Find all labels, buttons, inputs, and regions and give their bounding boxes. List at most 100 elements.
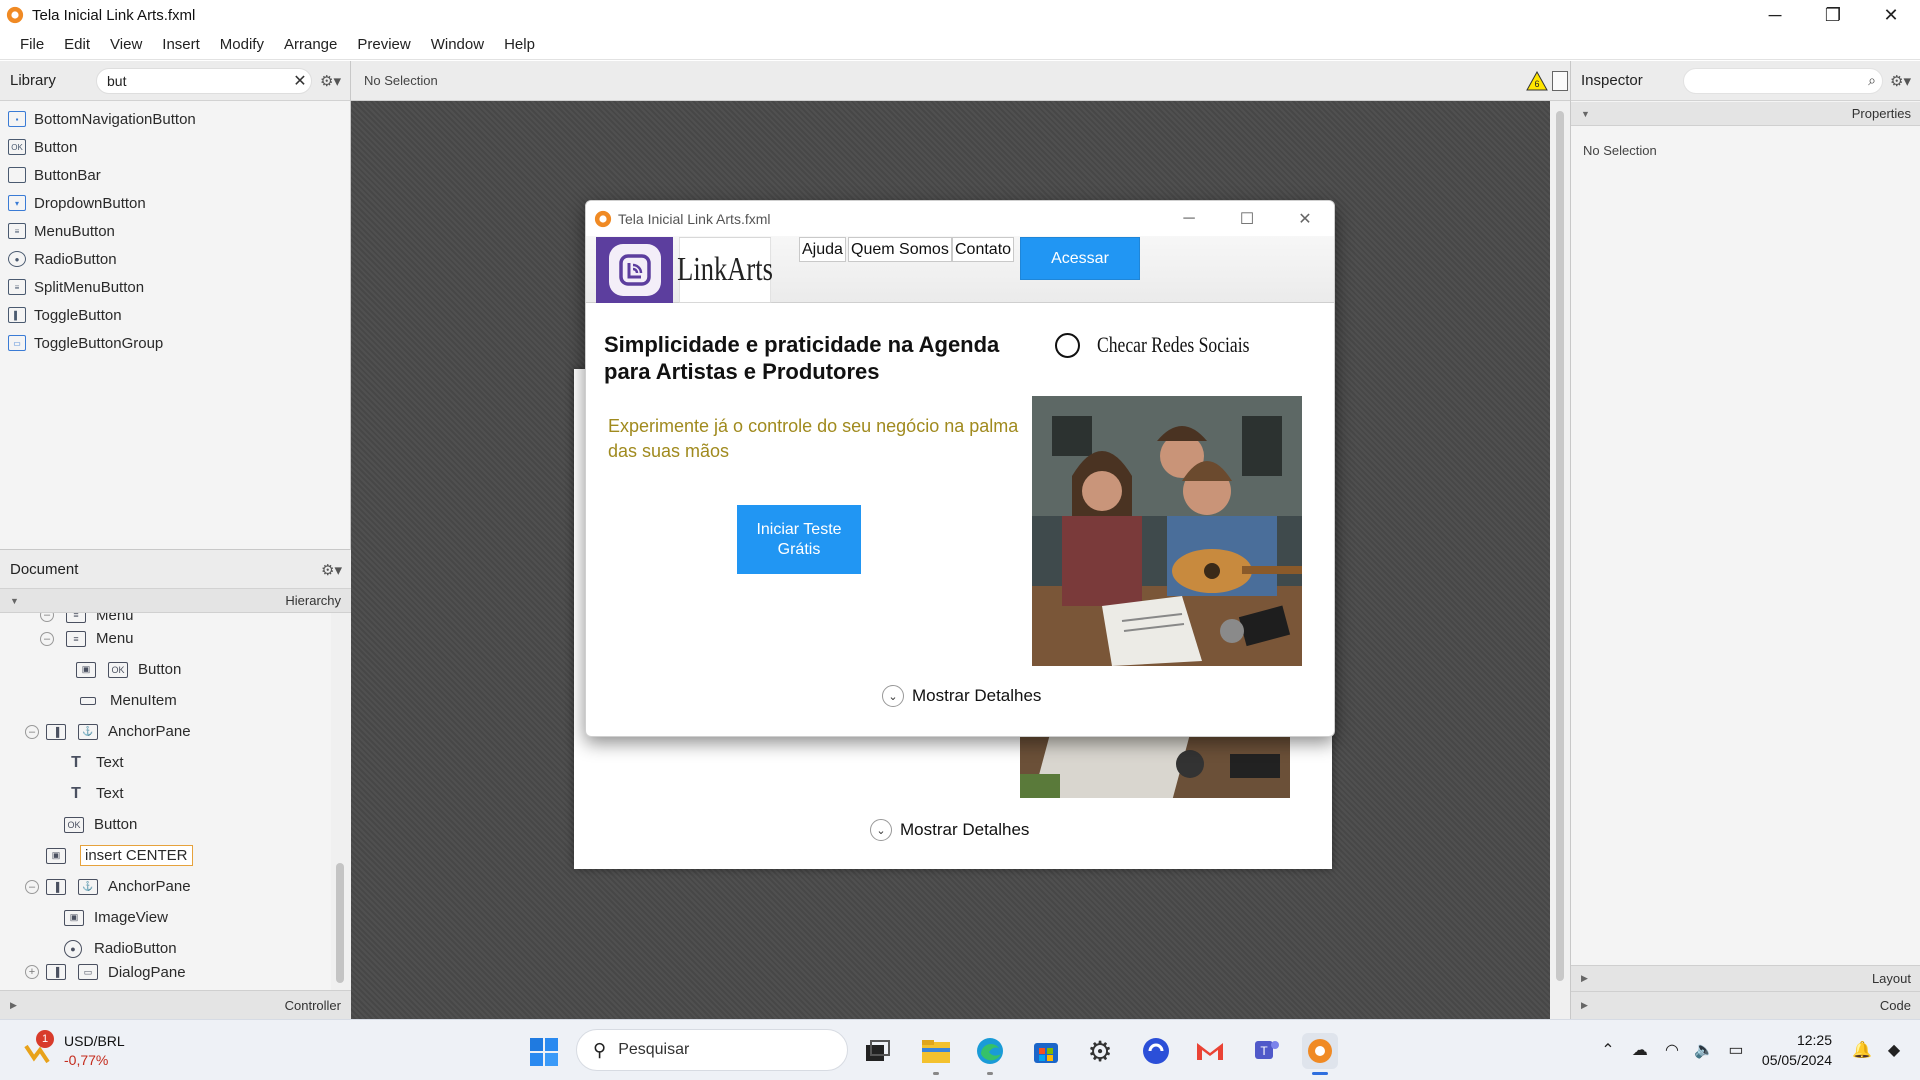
battery-icon[interactable]: ▭ <box>1720 1040 1752 1060</box>
tree-row[interactable]: OK Button <box>0 809 331 840</box>
collapse-toggle-icon[interactable]: – <box>25 724 39 739</box>
task-view-icon[interactable] <box>860 1033 896 1069</box>
clock[interactable]: 12:25 05/05/2024 <box>1762 1030 1832 1070</box>
clear-search-icon[interactable]: ✕ <box>289 71 311 91</box>
tree-row[interactable]: T Text <box>0 747 331 778</box>
microsoft-store-icon[interactable] <box>1028 1033 1064 1069</box>
tree-row[interactable]: – ▐ ⚓ AnchorPane <box>0 716 331 747</box>
menu-button-icon: ≡ <box>8 223 26 239</box>
edge-browser-icon[interactable] <box>972 1033 1008 1075</box>
minimize-button[interactable]: ─ <box>1746 0 1804 30</box>
library-gear-icon[interactable]: ⚙▾ <box>320 72 341 90</box>
warning-icon[interactable]: 6 <box>1526 71 1548 91</box>
menu-arrange[interactable]: Arrange <box>274 36 347 53</box>
library-item[interactable]: ● RadioButton <box>0 245 350 273</box>
code-section-header[interactable]: ▶ Code <box>1571 991 1920 1019</box>
tree-row[interactable]: T Text <box>0 778 331 809</box>
trial-button-label: Iniciar Teste Grátis <box>756 520 842 558</box>
copilot-app-icon[interactable] <box>1138 1033 1174 1069</box>
preview-close-button[interactable]: ✕ <box>1276 201 1334 236</box>
button-icon: OK <box>8 139 26 155</box>
tree-row[interactable]: ● RadioButton <box>0 933 331 964</box>
nav-about-button[interactable]: Quem Somos <box>848 237 952 262</box>
document-gear-icon[interactable]: ⚙▾ <box>321 561 342 579</box>
library-item[interactable]: ≡ MenuButton <box>0 217 350 245</box>
expand-toggle-icon[interactable]: – <box>40 613 54 622</box>
library-item[interactable]: OK Button <box>0 133 350 161</box>
menu-icon: ≡ <box>66 613 86 623</box>
social-check-radio[interactable]: Checar Redes Sociais <box>1055 332 1288 358</box>
border-pane-slot-icon: ▣ <box>46 847 66 864</box>
tree-row[interactable]: ▣ insert CENTER <box>0 840 331 871</box>
preview-minimize-button[interactable]: ─ <box>1160 201 1218 236</box>
menu-edit[interactable]: Edit <box>54 36 100 53</box>
tree-row[interactable]: ▣ OK Button <box>0 654 331 685</box>
collapse-toggle-icon[interactable]: – <box>25 879 39 894</box>
design-image-view[interactable] <box>1020 734 1290 798</box>
properties-section-header[interactable]: ▼ Properties <box>1571 102 1920 126</box>
scene-builder-taskbar-icon[interactable] <box>1302 1033 1338 1075</box>
tree-row[interactable]: ▣ ImageView <box>0 902 331 933</box>
taskbar-search[interactable]: ⚲ Pesquisar <box>576 1029 848 1071</box>
tree-row[interactable]: – ▐ ⚓ AnchorPane <box>0 871 331 902</box>
library-title: Library <box>10 72 56 89</box>
nav-help-button[interactable]: Ajuda <box>799 237 846 262</box>
inspector-gear-icon[interactable]: ⚙▾ <box>1890 72 1911 90</box>
menu-insert[interactable]: Insert <box>152 36 210 53</box>
preview-maximize-button[interactable]: ☐ <box>1218 201 1276 236</box>
gmail-icon[interactable] <box>1192 1033 1228 1069</box>
close-button[interactable]: ✕ <box>1862 0 1920 30</box>
notifications-bell-icon[interactable]: 🔔 <box>1846 1040 1878 1060</box>
layout-section-header[interactable]: ▶ Layout <box>1571 965 1920 991</box>
hierarchy-scrollbar[interactable] <box>331 613 351 990</box>
library-item[interactable]: ▾ DropdownButton <box>0 189 350 217</box>
wifi-icon[interactable]: ◠ <box>1656 1040 1688 1060</box>
insert-center-slot[interactable]: insert CENTER <box>80 845 193 866</box>
canvas-scrollbar[interactable] <box>1550 101 1570 1019</box>
settings-gear-icon[interactable]: ⚙ <box>1082 1033 1118 1069</box>
menu-preview[interactable]: Preview <box>347 36 420 53</box>
details-toggle[interactable]: ⌄ Mostrar Detalhes <box>882 685 1041 707</box>
tree-row[interactable]: + ▐ ▭ DialogPane <box>0 964 331 981</box>
scrollbar-thumb[interactable] <box>1556 111 1564 981</box>
chevron-up-icon[interactable]: ⌃ <box>1592 1040 1624 1060</box>
tree-row[interactable]: MenuItem <box>0 685 331 716</box>
volume-icon[interactable]: 🔈 <box>1688 1040 1720 1060</box>
document-icon[interactable] <box>1552 71 1568 91</box>
tree-row[interactable]: – ≡ Menu <box>0 623 331 654</box>
library-item[interactable]: ▪ BottomNavigationButton <box>0 105 350 133</box>
menu-modify[interactable]: Modify <box>210 36 274 53</box>
library-search[interactable]: but ✕ <box>96 68 312 94</box>
selection-status: No Selection <box>364 73 438 88</box>
menu-window[interactable]: Window <box>421 36 494 53</box>
file-explorer-icon[interactable] <box>918 1033 954 1075</box>
market-widget[interactable]: 1 USD/BRL -0,77% <box>22 1030 125 1070</box>
teams-icon[interactable]: T <box>1248 1033 1284 1069</box>
scrollbar-thumb[interactable] <box>336 863 344 983</box>
library-item[interactable]: ▭ ToggleButtonGroup <box>0 329 350 357</box>
library-item[interactable]: ButtonBar <box>0 161 350 189</box>
restore-button[interactable]: ❐ <box>1804 0 1862 30</box>
library-item[interactable]: ≡ SplitMenuButton <box>0 273 350 301</box>
menu-help[interactable]: Help <box>494 36 545 53</box>
inspector-search-input[interactable]: ⌕ <box>1683 68 1883 94</box>
copilot-icon[interactable]: ◆ <box>1878 1040 1910 1060</box>
hierarchy-section-header[interactable]: ▼ Hierarchy <box>0 589 351 613</box>
access-button[interactable]: Acessar <box>1020 237 1140 280</box>
design-details-toggle[interactable]: ⌄ Mostrar Detalhes <box>870 819 1029 841</box>
controller-section-header[interactable]: ▶ Controller <box>0 990 351 1019</box>
tree-row[interactable]: – ≡ Menu <box>0 613 331 624</box>
search-icon: ⌕ <box>1868 72 1876 88</box>
cloud-icon[interactable]: ☁ <box>1624 1040 1656 1060</box>
expand-toggle-icon[interactable]: + <box>25 965 39 979</box>
library-item[interactable]: ▌ ToggleButton <box>0 301 350 329</box>
menu-file[interactable]: File <box>10 36 54 53</box>
collapse-toggle-icon[interactable]: – <box>40 631 54 646</box>
artists-photo <box>1032 396 1302 666</box>
menu-view[interactable]: View <box>100 36 152 53</box>
windows-start-icon[interactable] <box>528 1036 560 1068</box>
start-trial-button[interactable]: Iniciar Teste Grátis <box>737 505 861 574</box>
library-search-input[interactable]: but <box>107 73 289 89</box>
nav-contact-button[interactable]: Contato <box>952 237 1015 262</box>
pane-slot-icon: ▐ <box>46 964 66 980</box>
